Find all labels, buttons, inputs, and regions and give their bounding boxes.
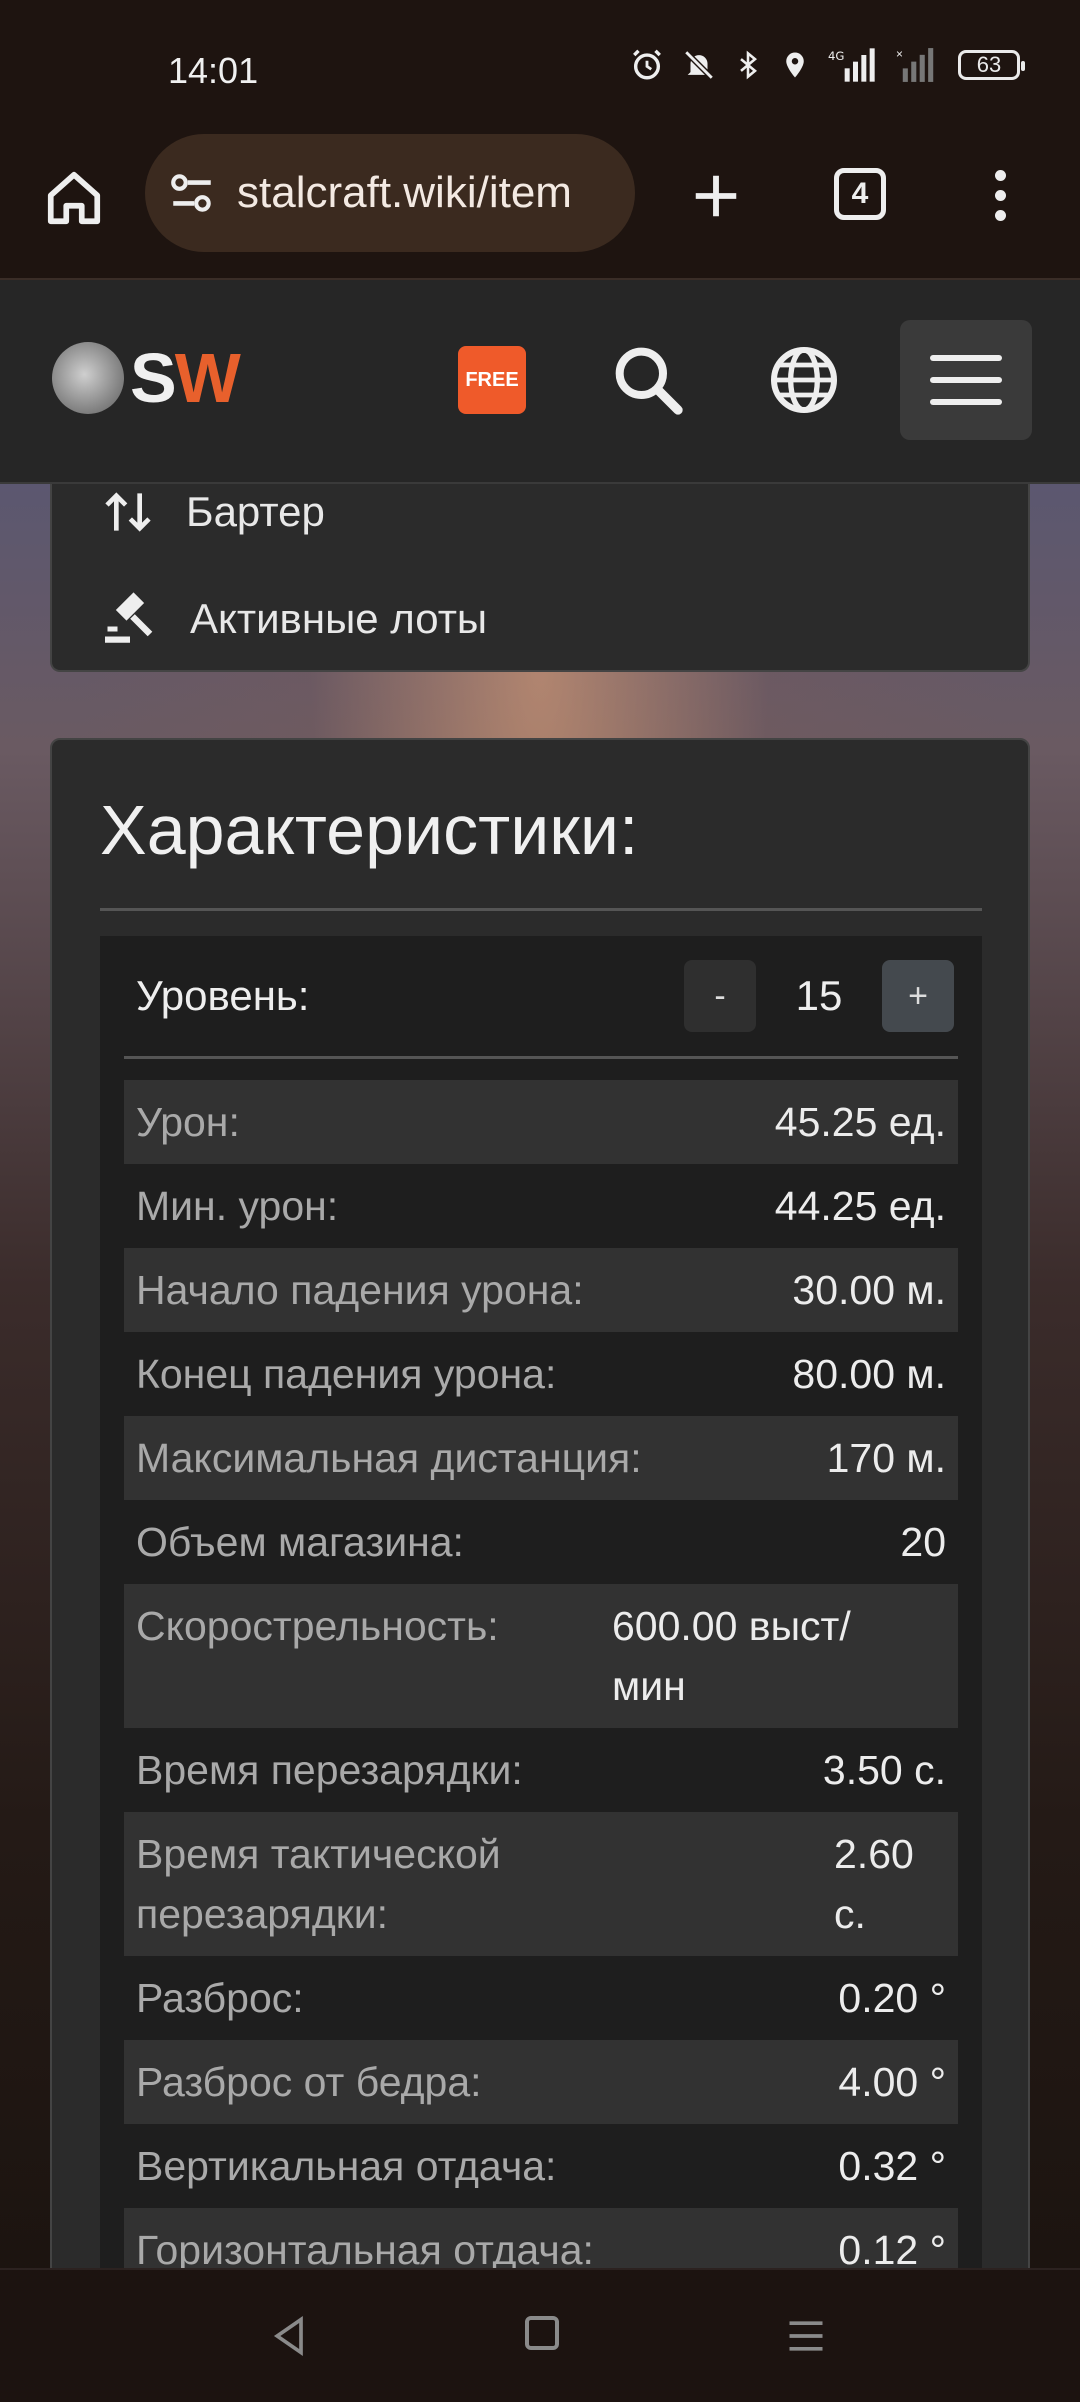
stats-list: Урон: 45.25 ед. Мин. урон: 44.25 ед. Начало …	[124, 1080, 958, 2292]
search-button[interactable]	[608, 340, 688, 425]
back-icon[interactable]	[268, 2314, 312, 2358]
item-menu-card: Бартер Активные лоты	[50, 484, 1030, 672]
swap-vertical-icon	[105, 492, 151, 532]
stat-row: Мин. урон: 44.25 ед.	[124, 1164, 958, 1248]
menu-item-active-lots[interactable]: Активные лоты	[100, 589, 487, 649]
globe-icon	[771, 347, 837, 413]
new-tab-button[interactable]	[680, 160, 752, 232]
browser-menu-button[interactable]	[990, 170, 1010, 230]
menu-item-barter[interactable]: Бартер	[100, 484, 325, 540]
section-title: Характеристики:	[100, 791, 639, 869]
recents-icon[interactable]	[784, 2314, 828, 2358]
site-header: SW FREE	[0, 280, 1080, 484]
stat-value: 0.32 °	[838, 2143, 946, 2189]
stat-value: 45.25 ед.	[774, 1099, 946, 1145]
site-settings-icon[interactable]	[167, 168, 217, 218]
auction-hammer-icon	[105, 592, 153, 643]
signal-2-icon: ×	[896, 48, 934, 82]
divider	[124, 1056, 958, 1059]
stat-value: 2.60 с.	[834, 1831, 914, 1937]
stat-value: 20	[900, 1519, 946, 1565]
level-increment-button[interactable]: +	[882, 960, 954, 1032]
stat-label: Мин. урон:	[136, 1183, 339, 1229]
logo-text: SW	[130, 339, 241, 417]
home-icon	[47, 171, 101, 225]
stat-value: 4.00 °	[838, 2059, 946, 2105]
stat-value: 80.00 м.	[792, 1351, 946, 1397]
mute-icon	[684, 50, 714, 80]
battery-icon: 63	[958, 50, 1025, 80]
status-icons: 4G × 63	[630, 48, 1025, 82]
stat-label: Скорострельность:	[136, 1603, 499, 1649]
stat-row: Конец падения урона: 80.00 м.	[124, 1332, 958, 1416]
stat-row: Разброс: 0.20 °	[124, 1956, 958, 2040]
plus-icon	[695, 175, 737, 217]
specs-table: Уровень: - 15 + Урон: 45.25 ед. Мин. урон:…	[100, 936, 982, 2336]
svg-text:×: ×	[896, 48, 903, 61]
svg-text:4G: 4G	[828, 49, 844, 63]
stat-value: 44.25 ед.	[774, 1183, 946, 1229]
stat-label: Урон:	[136, 1099, 240, 1145]
menu-item-label: Активные лоты	[190, 595, 488, 642]
stat-row: Время тактической перезарядки: 2.60 с.	[124, 1812, 958, 1956]
level-value: 15	[795, 972, 843, 1019]
stat-label: Разброс:	[136, 1975, 304, 2021]
stat-row: Начало падения урона: 30.00 м.	[124, 1248, 958, 1332]
system-nav-bar	[0, 2268, 1080, 2402]
stat-row: Время перезарядки: 3.50 с.	[124, 1728, 958, 1812]
stat-row: Урон: 45.25 ед.	[124, 1080, 958, 1164]
free-badge-button[interactable]: FREE	[458, 346, 526, 414]
url-text: stalcraft.wiki/item	[237, 168, 572, 217]
stat-row: Максимальная дистанция: 170 м.	[124, 1416, 958, 1500]
stat-value: 170 м.	[826, 1435, 946, 1481]
level-row: Уровень: - 15 +	[124, 936, 958, 1056]
signal-icon: 4G	[828, 48, 875, 82]
stat-row: Разброс от бедра: 4.00 °	[124, 2040, 958, 2124]
stat-label: Время тактической перезарядки:	[136, 1831, 501, 1937]
specs-panel: Характеристики: Уровень: - 15 + Урон: 45.…	[50, 738, 1030, 2338]
stat-value: 3.50 с.	[822, 1747, 946, 1793]
stat-label: Максимальная дистанция:	[136, 1435, 642, 1481]
stat-label: Разброс от бедра:	[136, 2059, 482, 2105]
browser-toolbar: stalcraft.wiki/item 4	[0, 134, 1080, 280]
clock: 14:01	[168, 50, 259, 91]
tab-switcher-button[interactable]: 4	[834, 168, 886, 220]
divider	[100, 908, 982, 911]
stat-row: Объем магазина: 20	[124, 1500, 958, 1584]
stat-value: 600.00 выст/ мин	[612, 1603, 851, 1709]
stat-label: Время перезарядки:	[136, 1747, 523, 1793]
stat-label: Начало падения урона:	[136, 1267, 584, 1313]
site-logo[interactable]: SW	[52, 338, 241, 418]
stat-value: 0.20 °	[838, 1975, 946, 2021]
stat-label: Объем магазина:	[136, 1519, 464, 1565]
language-button[interactable]	[764, 340, 844, 425]
stat-row: Скорострельность: 600.00 выст/ мин	[124, 1584, 958, 1728]
address-bar[interactable]: stalcraft.wiki/item	[145, 134, 635, 252]
level-label: Уровень:	[136, 972, 310, 1019]
logo-emblem	[52, 342, 124, 414]
level-decrement-button[interactable]: -	[684, 960, 756, 1032]
home-nav-icon[interactable]	[525, 2316, 559, 2350]
home-button[interactable]	[38, 162, 110, 234]
status-bar: 14:01 4G × 63	[0, 0, 1080, 140]
stat-label: Конец падения урона:	[136, 1351, 557, 1397]
alarm-icon	[633, 49, 661, 80]
stat-label: Вертикальная отдача:	[136, 2143, 557, 2189]
stat-row: Вертикальная отдача: 0.32 °	[124, 2124, 958, 2208]
bluetooth-icon	[740, 50, 758, 80]
search-icon	[615, 347, 683, 415]
menu-item-label: Бартер	[186, 488, 325, 535]
hamburger-menu-button[interactable]	[900, 320, 1032, 440]
stat-value: 30.00 м.	[792, 1267, 946, 1313]
location-icon	[786, 52, 804, 78]
